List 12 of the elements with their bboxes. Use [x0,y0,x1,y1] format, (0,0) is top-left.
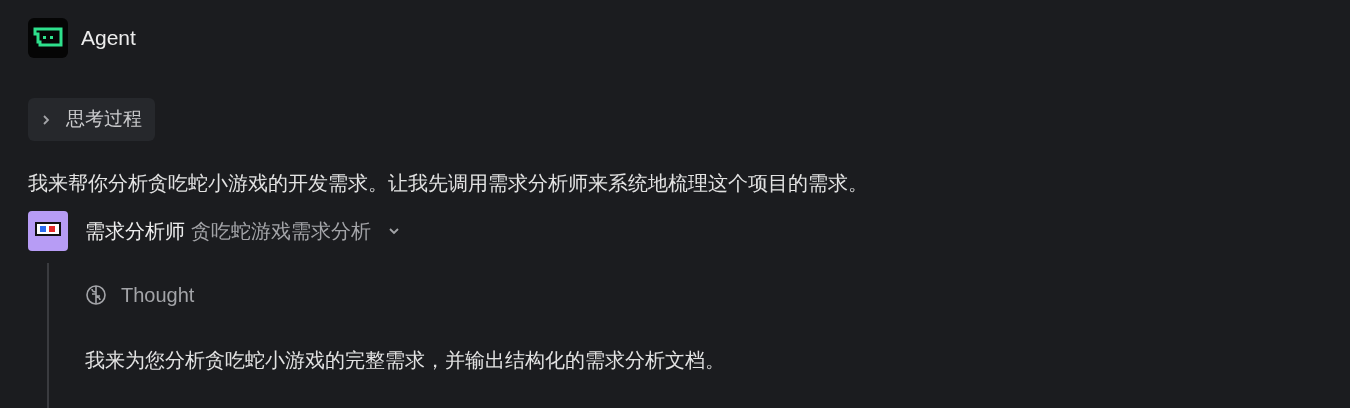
agent-name: Agent [81,25,136,52]
analyst-avatar-icon [28,211,68,251]
subagent-name: 需求分析师 [85,219,185,244]
subagent-task: 贪吃蛇游戏需求分析 [191,219,371,244]
chevron-icon [388,225,400,237]
thought-label: Thought [121,283,195,308]
subagent-text: 我来为您分析贪吃蛇小游戏的完整需求，并输出结构化的需求分析文档。 [85,348,726,373]
chevron-icon [40,113,52,126]
agent-avatar-icon [28,18,68,58]
message-text: 我来帮你分析贪吃蛇小游戏的开发需求。让我先调用需求分析师来系统地梳理这个项目的需求。 [28,171,869,196]
thinking-toggle[interactable]: 思考过程 [28,98,155,141]
brain-icon [85,284,107,306]
